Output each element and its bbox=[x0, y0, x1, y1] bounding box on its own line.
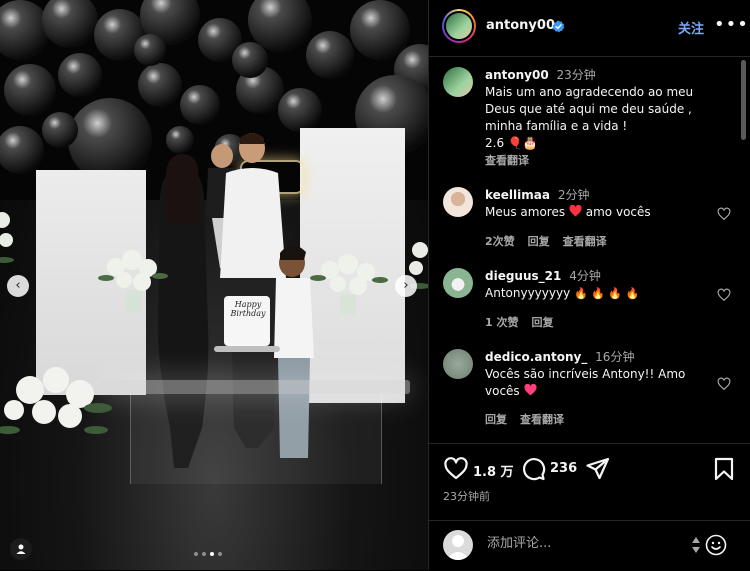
story-ring[interactable] bbox=[442, 9, 476, 43]
comment-translate-link[interactable]: 查看翻译 bbox=[520, 411, 564, 427]
caption-date: 2.6 bbox=[485, 136, 505, 150]
sort-arrows-icon bbox=[692, 537, 700, 553]
flower-arrangement-left bbox=[98, 250, 168, 312]
caption-emojis: 🎈🎂 bbox=[507, 136, 538, 150]
default-avatar-icon bbox=[446, 535, 470, 560]
comment-time: 2分钟 bbox=[557, 188, 590, 202]
flower-edge-left bbox=[0, 212, 14, 263]
emoji-icon[interactable] bbox=[705, 534, 727, 556]
follow-button[interactable]: 关注 bbox=[678, 18, 704, 37]
instagram-post: Happy Birthday ‹ › antony00 关注 ••• anton… bbox=[0, 0, 750, 570]
comment-text: Antonyyyyyyy bbox=[485, 286, 571, 300]
comment-translate-link[interactable]: 查看翻译 bbox=[563, 233, 607, 249]
flower-arrangement-right bbox=[310, 254, 388, 314]
post-side-panel: antony00 关注 ••• antony00 23分钟 Mais um an… bbox=[428, 0, 750, 570]
author-username[interactable]: antony00 bbox=[486, 18, 555, 33]
share-icon[interactable] bbox=[585, 456, 611, 482]
caption-username[interactable]: antony00 bbox=[485, 68, 549, 82]
carousel-prev-button[interactable]: ‹ bbox=[7, 275, 29, 297]
cake-topper-text: Happy Birthday bbox=[230, 300, 266, 318]
verified-icon bbox=[552, 20, 565, 33]
carousel-next-button[interactable]: › bbox=[395, 275, 417, 297]
comment-icon[interactable] bbox=[520, 456, 546, 482]
comments-count[interactable]: 236 bbox=[550, 461, 577, 476]
comment-meta: 2次赞 回复 查看翻译 bbox=[485, 233, 607, 249]
likes-count[interactable]: 1.8 万 bbox=[473, 461, 514, 480]
user-tag-button[interactable] bbox=[10, 538, 32, 560]
comments-scroll-area[interactable]: antony00 23分钟 Mais um ano agradecendo ao… bbox=[429, 57, 750, 442]
current-user-avatar bbox=[443, 530, 473, 560]
pink-heart-emoji bbox=[523, 383, 537, 396]
comment-body: dedico.antony_ 16分钟 Vocês são incríveis … bbox=[485, 349, 710, 400]
fire-emojis: 🔥 🔥 🔥 🔥 bbox=[574, 287, 640, 300]
red-heart-emoji bbox=[569, 204, 582, 217]
comment-like-icon[interactable] bbox=[717, 207, 731, 221]
comment-composer bbox=[429, 520, 750, 571]
comment-username[interactable]: dieguus_21 bbox=[485, 269, 561, 283]
comment-meta: 回复 查看翻译 bbox=[485, 411, 564, 427]
bookmark-icon[interactable] bbox=[711, 456, 737, 482]
carousel-dot-active bbox=[210, 552, 214, 556]
comment-likes[interactable]: 1 次赞 bbox=[485, 314, 518, 330]
commenter-avatar[interactable] bbox=[443, 349, 473, 379]
caption-avatar[interactable] bbox=[443, 67, 473, 97]
post-photo: Happy Birthday ‹ › bbox=[0, 0, 428, 570]
flower-arrangement-bottom-left bbox=[0, 367, 112, 434]
comment-input[interactable] bbox=[487, 536, 687, 551]
glass-table bbox=[100, 380, 410, 394]
comment-text: Vocês são incríveis Antony!! Amo vocês bbox=[485, 367, 686, 398]
user-tag-icon bbox=[16, 544, 26, 554]
comment-meta: 1 次赞 回复 bbox=[485, 314, 553, 330]
comment-username[interactable]: dedico.antony_ bbox=[485, 350, 587, 364]
comment-username[interactable]: keellimaa bbox=[485, 188, 550, 202]
comment-likes[interactable]: 2次赞 bbox=[485, 233, 515, 249]
comment-reply-button[interactable]: 回复 bbox=[528, 233, 550, 249]
comment-text: Meus amores bbox=[485, 205, 566, 219]
heart-icon[interactable] bbox=[443, 456, 469, 482]
comment-like-icon[interactable] bbox=[717, 288, 731, 302]
caption-text: Mais um ano agradecendo ao meu Deus que … bbox=[485, 85, 694, 133]
caption-time: 23分钟 bbox=[556, 68, 596, 82]
caption-body: antony00 23分钟 Mais um ano agradecendo ao… bbox=[485, 67, 710, 169]
comment-reply-button[interactable]: 回复 bbox=[531, 314, 553, 330]
comment-text-after: amo vocês bbox=[585, 205, 651, 219]
comment-reply-button[interactable]: 回复 bbox=[485, 411, 507, 427]
comment-body: keellimaa 2分钟 Meus amores amo vocês bbox=[485, 187, 710, 221]
table-legs bbox=[130, 394, 382, 484]
author-avatar bbox=[444, 11, 474, 41]
carousel-dot bbox=[194, 552, 198, 556]
carousel-dot bbox=[202, 552, 206, 556]
post-header: antony00 关注 ••• bbox=[429, 0, 750, 57]
comment-like-icon[interactable] bbox=[717, 377, 731, 391]
caption-translate-link[interactable]: 查看翻译 bbox=[485, 154, 529, 167]
commenter-avatar[interactable] bbox=[443, 268, 473, 298]
scrollbar-thumb[interactable] bbox=[741, 60, 746, 140]
comment-time: 4分钟 bbox=[569, 269, 601, 283]
cake-stand bbox=[214, 346, 280, 352]
comment-body: dieguus_21 4分钟 Antonyyyyyyy 🔥 🔥 🔥 🔥 bbox=[485, 268, 710, 302]
carousel-dot bbox=[218, 552, 222, 556]
post-timestamp[interactable]: 23分钟前 bbox=[443, 488, 490, 504]
carousel-dots bbox=[194, 552, 222, 556]
more-options-button[interactable]: ••• bbox=[714, 14, 749, 35]
comment-time: 16分钟 bbox=[595, 350, 635, 364]
commenter-avatar[interactable] bbox=[443, 187, 473, 217]
